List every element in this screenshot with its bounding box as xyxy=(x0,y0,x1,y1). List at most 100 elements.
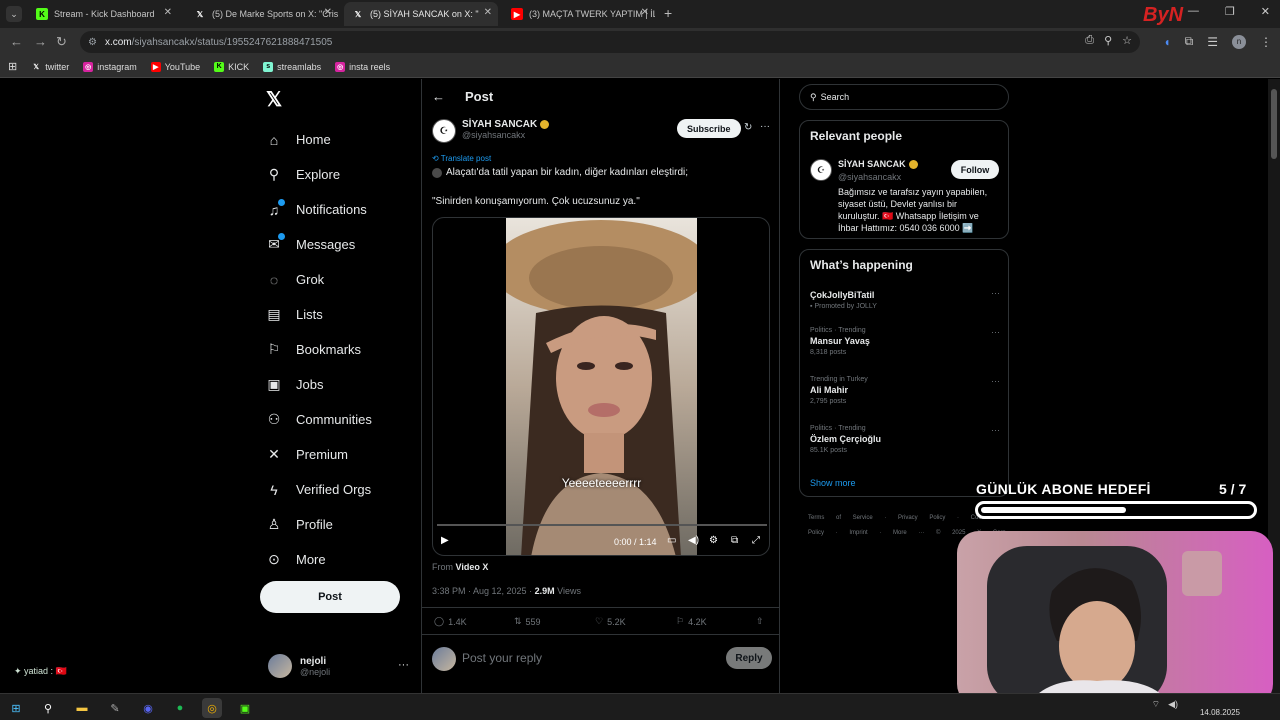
video-progress-bar[interactable] xyxy=(437,524,767,526)
bookmark-insta-reels[interactable]: ◎ insta reels xyxy=(335,61,390,72)
person-avatar[interactable]: ☪ xyxy=(810,159,832,181)
nav-bookmarks[interactable]: ⚐ Bookmarks xyxy=(266,332,372,367)
follow-button[interactable]: Follow xyxy=(951,160,999,179)
translate-link[interactable]: ⟲ Translate post xyxy=(432,154,491,163)
puzzle-icon[interactable]: ⧉ xyxy=(1185,34,1194,49)
grok-icon[interactable]: ↻ xyxy=(744,122,752,133)
wifi-icon[interactable]: ⌔ xyxy=(1152,699,1160,710)
post-author[interactable]: ☪ SİYAH SANCAK @siyahsancakx xyxy=(432,119,550,143)
back-icon[interactable]: ← xyxy=(10,34,23,49)
nav-jobs[interactable]: ▣ Jobs xyxy=(266,367,372,402)
nav-communities[interactable]: ⚇ Communities xyxy=(266,402,372,437)
tab-siyah-sancak[interactable]: 𝕏 (5) SİYAH SANCAK on X: " ✕ xyxy=(344,2,498,26)
back-arrow-icon[interactable]: ← xyxy=(432,89,445,104)
close-tab-icon[interactable]: ✕ xyxy=(641,7,649,18)
chrome-icon[interactable]: ◎ xyxy=(202,698,222,718)
address-bar[interactable]: ⚙ x.com/siyahsancakx/status/195524762188… xyxy=(80,31,1140,53)
share-icon[interactable]: ⇧ xyxy=(756,616,764,627)
repost-stat[interactable]: ⇅ 559 xyxy=(514,616,541,627)
tab-youtube[interactable]: ▶ (3) MAÇTA TWERK YAPTIM | İLK ✕ xyxy=(503,2,655,26)
more-dots-icon[interactable]: ··· xyxy=(991,425,1000,435)
bookmark-streamlabs[interactable]: s streamlabs xyxy=(263,61,321,72)
bookmark-stat[interactable]: ⚐ 4.2K xyxy=(676,616,707,627)
menu-kebab-icon[interactable]: ⋮ xyxy=(1260,35,1272,49)
settings-icon[interactable]: ⚙ xyxy=(709,535,718,546)
nav-premium[interactable]: ✕ Premium xyxy=(266,437,372,472)
subscribe-button[interactable]: Subscribe xyxy=(677,119,741,138)
reply-stat[interactable]: ◯ 1.4K xyxy=(434,616,467,627)
star-icon[interactable]: ☆ xyxy=(1122,34,1132,47)
close-tab-icon[interactable]: ✕ xyxy=(484,7,492,18)
bookmark-kick[interactable]: K KICK xyxy=(214,61,249,72)
new-tab-button[interactable]: + xyxy=(664,5,672,21)
reload-icon[interactable]: ↻ xyxy=(56,34,67,50)
search-icon[interactable]: ⚲ xyxy=(38,698,58,718)
restore-icon[interactable]: ❐ xyxy=(1225,5,1235,18)
windows-start-icon[interactable]: ⊞ xyxy=(6,698,26,718)
discord-icon[interactable]: ◉ xyxy=(138,698,158,718)
profile-avatar[interactable]: n xyxy=(1232,34,1246,49)
more-dots-icon[interactable]: ··· xyxy=(991,288,1000,298)
site-info-icon[interactable]: ⚙ xyxy=(88,37,97,48)
close-tab-icon[interactable]: ✕ xyxy=(164,7,172,18)
nav-more[interactable]: ⊙ More xyxy=(266,542,372,577)
tab-search-button[interactable]: ⌄ xyxy=(6,6,22,22)
nav-home[interactable]: ⌂ Home xyxy=(266,122,372,157)
nav-explore[interactable]: ⚲ Explore xyxy=(266,157,372,192)
show-more-link[interactable]: Show more xyxy=(810,478,856,488)
bookmark-instagram[interactable]: ◎ instagram xyxy=(83,61,137,72)
apps-grid-icon[interactable]: ⊞ xyxy=(8,60,17,73)
nav-profile[interactable]: ♙ Profile xyxy=(266,507,372,542)
captions-icon[interactable]: ▭ xyxy=(667,535,676,546)
app-icon[interactable]: ✎ xyxy=(105,698,125,718)
more-dots-icon[interactable]: ··· xyxy=(991,327,1000,337)
minimize-icon[interactable]: — xyxy=(1188,5,1199,18)
like-stat[interactable]: ♡ 5.2K xyxy=(595,616,626,627)
reply-button[interactable]: Reply xyxy=(726,647,772,669)
nav-messages[interactable]: ✉ Messages xyxy=(266,227,372,262)
nav-verified-orgs[interactable]: ϟ Verified Orgs xyxy=(266,472,372,507)
person-name-row[interactable]: SİYAH SANCAK xyxy=(838,159,918,169)
spotify-icon[interactable]: ● xyxy=(170,698,190,718)
nav-lists[interactable]: ▤ Lists xyxy=(266,297,372,332)
file-explorer-icon[interactable]: ▬ xyxy=(72,698,92,718)
more-dots-icon[interactable]: ··· xyxy=(398,659,409,671)
streamlabs-icon[interactable]: ▣ xyxy=(235,698,255,718)
fullscreen-icon[interactable]: ⤢ xyxy=(752,535,760,546)
trend-item[interactable]: ÇokJollyBiTatil ▪ Promoted by JOLLY ··· xyxy=(810,288,1000,310)
from-source[interactable]: Video X xyxy=(456,562,489,572)
reply-input[interactable]: Post your reply xyxy=(462,651,542,665)
bookmark-youtube[interactable]: ▶ YouTube xyxy=(150,61,200,72)
nav-notifications[interactable]: ♫ Notifications xyxy=(266,192,372,227)
video-player[interactable]: Yeeeeteeeerrrr ▶ 0:00 / 1:14 ▭ ◀) ⚙ ⧉ ⤢ xyxy=(432,217,770,556)
close-window-icon[interactable]: ✕ xyxy=(1261,5,1270,18)
tab-de-marke[interactable]: 𝕏 (5) De Marke Sports on X: "Cris ✕ xyxy=(186,2,338,26)
trend-item[interactable]: Politics · Trending Özlem Çerçioğlu 85.1… xyxy=(810,425,1000,454)
play-icon[interactable]: ▶ xyxy=(441,535,449,546)
more-dots-icon[interactable]: ··· xyxy=(760,121,770,132)
nav-grok[interactable]: ◌ Grok xyxy=(266,262,372,297)
post-button[interactable]: Post xyxy=(260,581,400,613)
trend-item[interactable]: Politics · Trending Mansur Yavaş 8,318 p… xyxy=(810,327,1000,356)
account-switcher[interactable]: nejoli @nejoli ··· xyxy=(268,654,409,678)
install-app-icon[interactable]: ⎙ xyxy=(1085,34,1094,47)
zoom-icon[interactable]: ⚲ xyxy=(1104,34,1112,47)
search-input[interactable]: ⚲ Search xyxy=(799,84,1009,110)
video-frame[interactable]: Yeeeeteeeerrrr xyxy=(506,218,697,555)
volume-icon[interactable]: ◀) xyxy=(688,535,699,546)
post-timestamp[interactable]: 3:38 PM · Aug 12, 2025 · xyxy=(432,586,532,596)
close-tab-icon[interactable]: ✕ xyxy=(324,7,332,18)
scrollbar-thumb[interactable] xyxy=(1271,89,1277,159)
trend-context: Trending in Turkey xyxy=(810,376,868,383)
reading-list-icon[interactable]: ☰ xyxy=(1207,35,1218,49)
volume-icon[interactable]: ◀) xyxy=(1168,699,1178,710)
x-logo-icon[interactable]: 𝕏 xyxy=(266,87,282,112)
bookmark-twitter[interactable]: 𝕏twitter xyxy=(31,62,69,72)
trend-item[interactable]: Trending in Turkey Ali Mahir 2,795 posts… xyxy=(810,376,1000,405)
extension-icon[interactable]: ◖ xyxy=(1163,35,1170,49)
author-avatar[interactable]: ☪ xyxy=(432,119,456,143)
tab-kick-dashboard[interactable]: K Stream - Kick Dashboard ✕ xyxy=(28,2,178,26)
more-dots-icon[interactable]: ··· xyxy=(991,376,1000,386)
forward-icon[interactable]: → xyxy=(34,34,47,49)
pip-icon[interactable]: ⧉ xyxy=(731,535,738,546)
